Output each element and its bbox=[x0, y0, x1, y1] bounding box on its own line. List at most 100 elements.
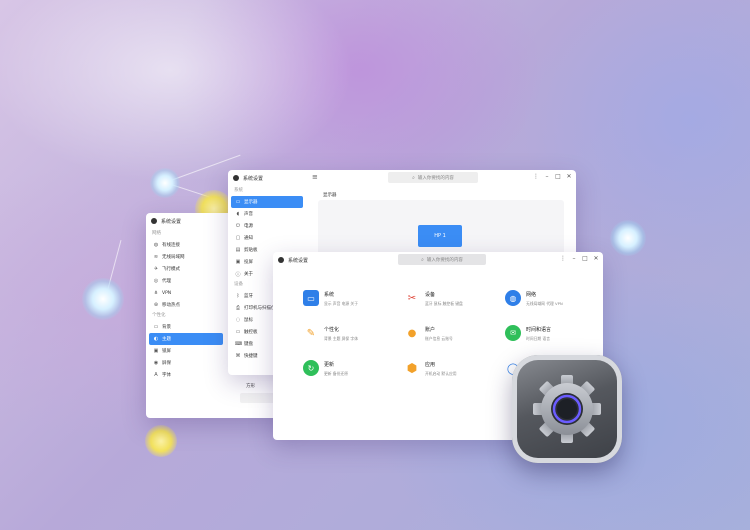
sidebar-item-power[interactable]: ⏻ 电源 bbox=[231, 220, 303, 232]
content-heading: 显示器 bbox=[323, 193, 337, 198]
category-account[interactable]: ● 账户 账户信息 云账号 bbox=[404, 325, 505, 360]
display-icon: ▭ bbox=[235, 199, 241, 205]
maximize-icon[interactable]: □ bbox=[555, 174, 561, 180]
proxy-icon: ◎ bbox=[153, 278, 159, 284]
sidebar-item-wallpaper[interactable]: ▭ 背景 bbox=[149, 321, 223, 333]
glow-orb bbox=[82, 278, 124, 320]
minimize-icon[interactable]: – bbox=[544, 174, 550, 180]
maximize-icon[interactable]: □ bbox=[582, 256, 588, 262]
sidebar-item-wired[interactable]: ◍ 有线连接 bbox=[149, 239, 223, 251]
sidebar-item-notify[interactable]: ▢ 通知 bbox=[231, 232, 303, 244]
category-subtitle: 蓝牙 鼠标 触控板 键盘 bbox=[425, 301, 463, 306]
category-subtitle: 时间日期 语言 bbox=[526, 336, 550, 341]
monitor-icon: ▣ bbox=[235, 259, 241, 265]
category-network[interactable]: ◍ 网络 无线局域网 代理 VPN bbox=[505, 290, 603, 325]
category-subtitle: 无线局域网 代理 VPN bbox=[526, 301, 563, 306]
settings-app-gear-icon bbox=[512, 355, 622, 463]
theme-icon: ◐ bbox=[153, 336, 159, 342]
mouse-icon: ◌ bbox=[235, 317, 241, 323]
category-title: 个性化 bbox=[324, 327, 340, 333]
search-input[interactable]: ⌕ 输入你要找的内容 bbox=[388, 172, 478, 183]
search-placeholder: 输入你要找的内容 bbox=[426, 257, 463, 263]
touch-icon: ▢ bbox=[235, 235, 241, 241]
system-monitor-icon: ▭ bbox=[303, 290, 319, 306]
category-devices[interactable]: ✂ 设备蓝牙 鼠标 触控板 键盘 bbox=[404, 290, 505, 325]
sidebar-item-airplane[interactable]: ✈ 飞行模式 bbox=[149, 263, 223, 275]
sidebar-item-sound[interactable]: ◖ 声音 bbox=[231, 208, 303, 220]
wallpaper-icon: ▭ bbox=[153, 324, 159, 330]
touchpad-icon: ▭ bbox=[235, 329, 241, 335]
icon-shape-label: 方形 bbox=[246, 384, 255, 389]
menu-icon[interactable]: ≡ bbox=[312, 173, 318, 181]
category-personalize[interactable]: ✎ 个性化背景 主题 屏保 字体 bbox=[303, 325, 404, 360]
devices-tools-icon: ✂ bbox=[407, 292, 417, 304]
multitask-icon: ▤ bbox=[235, 247, 241, 253]
search-placeholder: 输入你要找的内容 bbox=[417, 175, 454, 181]
search-input[interactable]: ⌕ 输入你要找的内容 bbox=[398, 254, 486, 265]
personalize-brush-icon: ✎ bbox=[306, 327, 316, 339]
category-title: 更新 bbox=[324, 362, 335, 368]
category-title: 时间和语言 bbox=[526, 327, 552, 333]
sidebar-item-wireless[interactable]: ≋ 无线局域网 bbox=[149, 251, 223, 263]
menu-dots-icon[interactable]: ⋮ bbox=[560, 256, 566, 262]
window-title: 系统设置 bbox=[243, 175, 264, 182]
globe-icon: ◍ bbox=[153, 242, 159, 248]
printer-icon: ⎙ bbox=[235, 305, 240, 311]
category-title: 账户 bbox=[425, 327, 436, 333]
apps-hexagon-icon: ⬢ bbox=[406, 361, 418, 375]
display-arrangement-panel: HP 1 bbox=[318, 200, 564, 260]
sidebar-item-screensaver[interactable]: ◉ 屏保 bbox=[149, 357, 223, 369]
sidebar-section-network: 网络 bbox=[152, 231, 161, 236]
sidebar-item-hotspot[interactable]: ⊛ 移动热点 bbox=[149, 299, 223, 311]
category-title: 设备 bbox=[425, 292, 436, 298]
airplane-icon: ✈ bbox=[153, 266, 159, 272]
category-subtitle: 账户信息 云账号 bbox=[425, 336, 453, 341]
sidebar-item-vpn[interactable]: ⋔ VPN bbox=[149, 287, 223, 299]
minimize-icon[interactable]: – bbox=[571, 256, 577, 262]
update-refresh-icon: ↻ bbox=[303, 360, 319, 376]
category-update[interactable]: ↻ 更新 更新 备份还原 bbox=[303, 360, 404, 395]
window-title: 系统设置 bbox=[288, 257, 309, 264]
category-system[interactable]: ▭ 系统 显示 声音 电源 关于 bbox=[303, 290, 404, 325]
language-chat-icon: ✉ bbox=[505, 325, 521, 341]
app-icon bbox=[278, 257, 284, 263]
category-subtitle: 背景 主题 屏保 字体 bbox=[324, 336, 358, 341]
screensaver-icon: ◉ bbox=[153, 360, 159, 366]
app-icon bbox=[151, 218, 157, 224]
close-icon[interactable]: ✕ bbox=[566, 174, 572, 180]
monitor-tile[interactable]: HP 1 bbox=[418, 225, 462, 247]
hotspot-icon: ⊛ bbox=[153, 302, 159, 308]
sidebar: 网络 ◍ 有线连接 ≋ 无线局域网 ✈ 飞行模式 ◎ 代理 ⋔ VPN ⊛ 移动热点 个性化… bbox=[146, 229, 226, 418]
sidebar-item-font[interactable]: A 字体 bbox=[149, 369, 223, 381]
window-controls: ⋮ – □ ✕ bbox=[533, 174, 572, 180]
close-icon[interactable]: ✕ bbox=[593, 256, 599, 262]
sidebar-item-theme[interactable]: ◐ 主题 bbox=[149, 333, 223, 345]
titlebar: 系统设置 ⌕ 输入你要找的内容 ⋮ – □ ✕ bbox=[273, 252, 603, 268]
search-icon: ⌕ bbox=[421, 256, 424, 263]
window-controls: ⋮ – □ ✕ bbox=[560, 256, 599, 262]
lockscreen-icon: ▣ bbox=[153, 348, 159, 354]
category-title: 系统 bbox=[324, 292, 335, 298]
keyboard-icon: ⌨ bbox=[235, 341, 243, 347]
info-icon: ⓘ bbox=[235, 271, 241, 278]
wifi-icon: ≋ bbox=[153, 254, 159, 260]
monitor-label: HP 1 bbox=[434, 233, 446, 239]
category-apps[interactable]: ⬢ 应用 开机启动 默认应用 bbox=[404, 360, 505, 395]
window-title: 系统设置 bbox=[161, 218, 182, 225]
sidebar-section-system: 系统 bbox=[234, 188, 243, 193]
titlebar: 系统设置 ≡ ⌕ 输入你要找的内容 ⋮ – □ ✕ bbox=[228, 170, 576, 186]
menu-dots-icon[interactable]: ⋮ bbox=[533, 174, 539, 180]
power-icon: ⏻ bbox=[236, 223, 240, 229]
sidebar-item-proxy[interactable]: ◎ 代理 bbox=[149, 275, 223, 287]
glow-orb bbox=[150, 168, 180, 198]
gear-icon bbox=[533, 375, 601, 443]
sidebar-item-display[interactable]: ▭ 显示器 bbox=[231, 196, 303, 208]
font-icon: A bbox=[154, 372, 158, 378]
search-icon: ⌕ bbox=[412, 174, 415, 181]
shortcut-icon: ⌘ bbox=[235, 353, 241, 359]
sound-icon: ◖ bbox=[236, 211, 240, 217]
sidebar-item-lockscreen[interactable]: ▣ 锁屏 bbox=[149, 345, 223, 357]
vpn-icon: ⋔ bbox=[153, 290, 159, 296]
category-subtitle: 开机启动 默认应用 bbox=[425, 371, 457, 376]
bluetooth-icon: ᛒ bbox=[236, 293, 240, 299]
